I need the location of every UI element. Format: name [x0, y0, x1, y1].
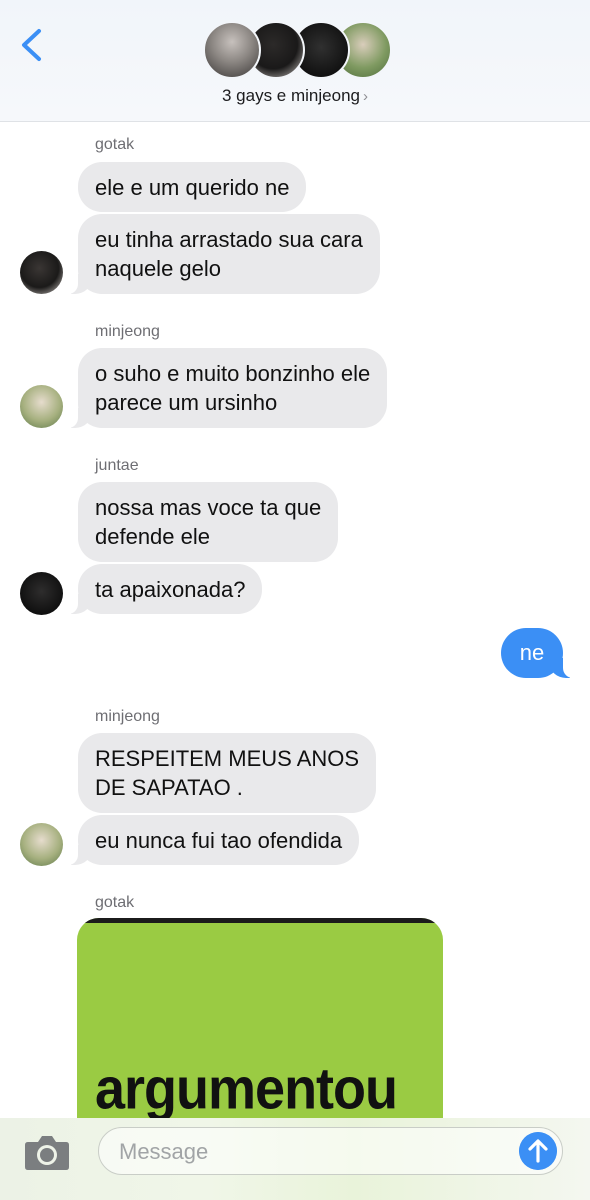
sender-name: minjeong [95, 323, 160, 340]
message-bubble[interactable]: RESPEITEM MEUS ANOS DE SAPATAO . [78, 733, 377, 813]
message-bubble[interactable]: ta apaixonada? [67, 564, 263, 614]
message-text: ta apaixonada? [95, 576, 246, 602]
message-bubble[interactable]: ele e um querido ne [78, 162, 307, 212]
chevron-left-icon[interactable] [18, 28, 48, 62]
image-top-border [77, 918, 443, 923]
image-caption-text: argumentou [95, 1056, 398, 1122]
message-text: nossa mas voce ta que defende ele [95, 495, 322, 549]
sender-name: minjeong [95, 708, 160, 725]
sender-avatar[interactable] [20, 251, 63, 294]
sender-name: gotak [95, 136, 135, 153]
message-text: RESPEITEM MEUS ANOS DE SAPATAO . [95, 746, 360, 800]
message-bubble[interactable]: eu tinha arrastado sua cara naquele gelo [68, 214, 380, 294]
arrow-up-icon[interactable] [519, 1132, 557, 1170]
camera-icon[interactable] [24, 1133, 70, 1171]
sender-avatar[interactable] [20, 572, 63, 615]
message-text: eu tinha arrastado sua cara naquele gelo [95, 227, 363, 281]
conversation-header: 3 gays e minjeong › [0, 0, 590, 122]
sender-avatar[interactable] [20, 823, 63, 866]
chevron-right-icon: › [362, 88, 368, 105]
group-name[interactable]: 3 gays e minjeong › [0, 86, 590, 106]
message-text: o suho e muito bonzinho ele parece um urs… [95, 361, 371, 415]
message-input-field[interactable] [98, 1127, 563, 1175]
message-text: ele e um querido ne [95, 174, 290, 200]
message-bubble[interactable]: nossa mas voce ta que defende ele [78, 482, 339, 562]
group-name-label: 3 gays e minjeong [222, 86, 360, 105]
sender-name: juntae [95, 457, 139, 474]
group-avatars[interactable] [203, 21, 393, 79]
sender-avatar[interactable] [20, 385, 63, 428]
sender-name: gotak [95, 894, 135, 911]
group-member-avatar [203, 21, 261, 79]
message-bubble[interactable]: o suho e muito bonzinho ele parece um urs… [67, 348, 388, 428]
message-text: eu nunca fui tao ofendida [95, 827, 343, 853]
message-input[interactable] [117, 1136, 501, 1168]
message-text: ne [519, 640, 545, 665]
outgoing-message-bubble[interactable]: ne [501, 628, 573, 678]
message-bubble[interactable]: eu nunca fui tao ofendida [67, 815, 360, 865]
